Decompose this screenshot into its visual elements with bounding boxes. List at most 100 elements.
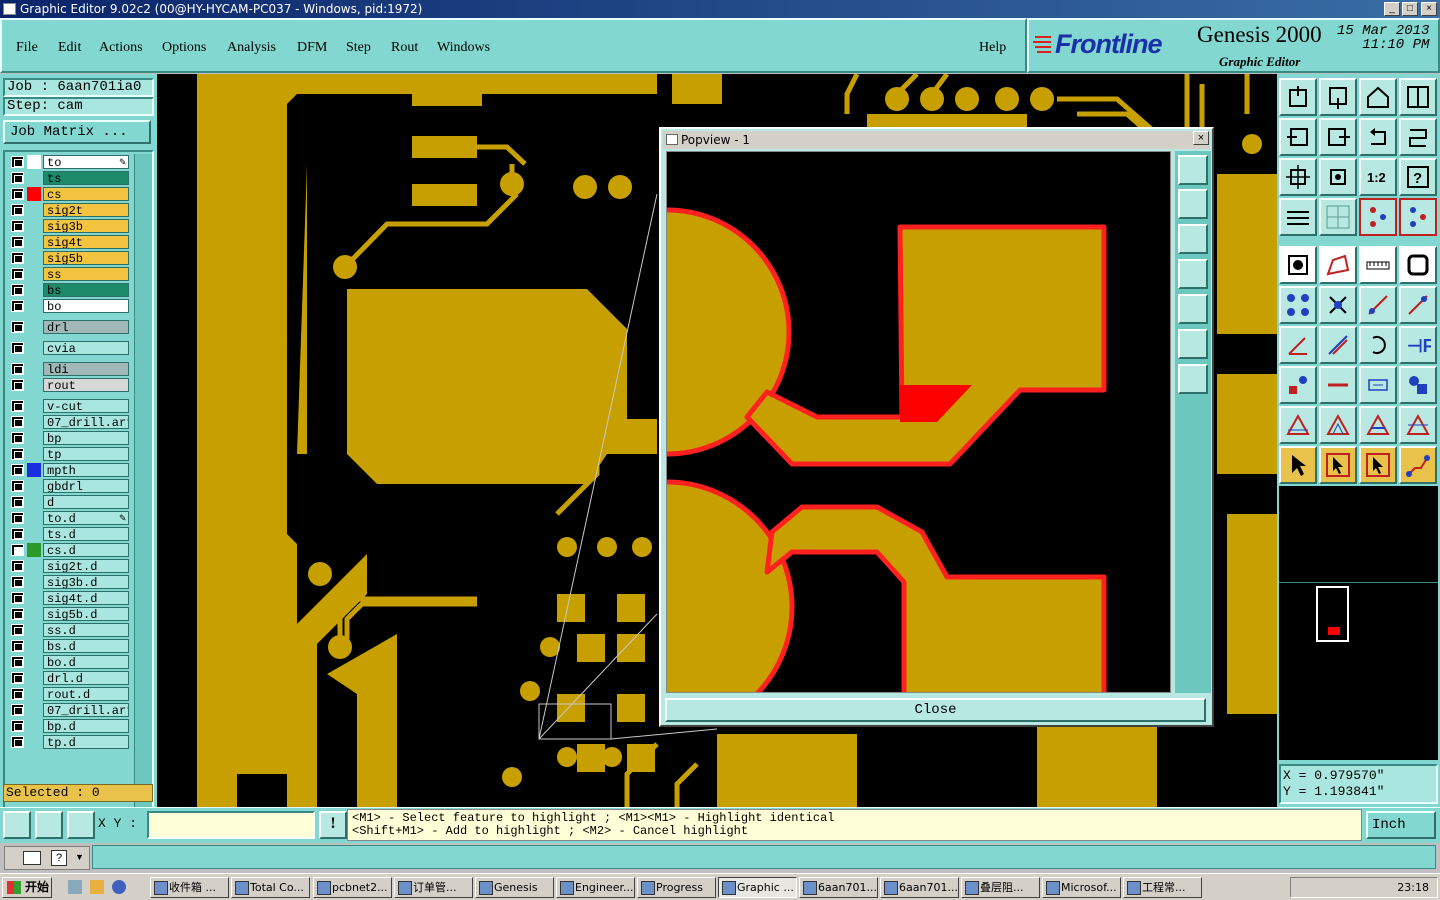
settings-icon[interactable] <box>1279 198 1317 236</box>
popview-canvas[interactable] <box>666 151 1171 693</box>
menu-rout[interactable]: Rout <box>391 40 418 56</box>
copy-icon[interactable] <box>1399 366 1437 404</box>
taskbar-item-11[interactable]: Microsof... <box>1042 877 1121 898</box>
undo-icon[interactable] <box>1359 118 1397 156</box>
arc-icon[interactable] <box>1359 326 1397 364</box>
triangle-b-icon[interactable] <box>1359 406 1397 444</box>
popview-close-icon[interactable]: × <box>1193 131 1209 145</box>
close-window-button[interactable]: × <box>1421 2 1437 16</box>
layer-checkbox[interactable] <box>11 704 24 716</box>
menu-analysis[interactable]: Analysis <box>227 40 276 56</box>
delete-icon[interactable] <box>1319 286 1357 324</box>
layer-name[interactable]: cvia <box>43 341 129 355</box>
point-icon[interactable] <box>1399 286 1437 324</box>
layer-checkbox[interactable] <box>11 672 24 684</box>
top-view-icon[interactable] <box>1279 78 1317 116</box>
popview-center-icon[interactable] <box>1178 364 1208 394</box>
layer-row-9[interactable]: bo <box>9 299 129 313</box>
layer-row-2[interactable]: cs <box>9 187 129 201</box>
measure-icon[interactable] <box>1359 246 1397 284</box>
app-icon[interactable] <box>3 3 16 15</box>
layer-row-32[interactable]: rout.d <box>9 687 129 701</box>
layer-row-7[interactable]: ss <box>9 267 129 281</box>
layer-name[interactable]: tp <box>43 447 129 461</box>
layer-row-4[interactable]: sig3b <box>9 219 129 233</box>
layer-row-20[interactable]: d <box>9 495 129 509</box>
taskbar-item-6[interactable]: Progress <box>637 877 716 898</box>
layer-row-13[interactable]: rout <box>9 378 129 392</box>
layer-checkbox[interactable] <box>11 416 24 428</box>
layer-name[interactable]: bp.d <box>43 719 129 733</box>
menu-options[interactable]: Options <box>162 40 206 56</box>
navigator-view[interactable] <box>1279 486 1438 760</box>
select-box-icon[interactable] <box>1319 446 1357 484</box>
dropdown-arrow-icon[interactable]: ▼ <box>75 852 84 862</box>
layer-row-18[interactable]: mpth <box>9 463 129 477</box>
keyboard-icon[interactable] <box>23 851 41 865</box>
layer-row-21[interactable]: to.d ✎ <box>9 511 129 525</box>
layer-name[interactable]: mpth <box>43 463 129 477</box>
triangle-icon[interactable] <box>1279 406 1317 444</box>
layer-name[interactable]: ldi <box>43 362 129 376</box>
layer-name[interactable]: gbdrl <box>43 479 129 493</box>
angle-icon[interactable] <box>1279 326 1317 364</box>
layer-name[interactable]: drl <box>43 320 129 334</box>
layer-row-28[interactable]: ss.d <box>9 623 129 637</box>
layer-name[interactable]: 07_drill.art <box>43 703 129 717</box>
layer-name[interactable]: bs.d <box>43 639 129 653</box>
popview-left-icon[interactable] <box>1178 259 1208 289</box>
text-icon[interactable]: ⊣F <box>1399 326 1437 364</box>
popview-window[interactable]: Popview - 1 × Close <box>659 127 1214 727</box>
layer-row-8[interactable]: bs <box>9 283 129 297</box>
popview-bottom-icon[interactable] <box>1178 224 1208 254</box>
xy-input[interactable] <box>147 811 315 839</box>
menu-actions[interactable]: Actions <box>99 40 143 56</box>
layer-row-34[interactable]: bp.d <box>9 719 129 733</box>
layer-checkbox[interactable] <box>11 284 24 296</box>
layer-checkbox[interactable] <box>11 363 24 375</box>
popview-close-button[interactable]: Close <box>665 698 1206 722</box>
connect-icon[interactable] <box>1279 286 1317 324</box>
layer-checkbox[interactable] <box>11 379 24 391</box>
layer-name[interactable]: cs <box>43 187 129 201</box>
popview-zoom-icon[interactable] <box>1178 155 1208 185</box>
layer-name[interactable]: rout.d <box>43 687 129 701</box>
layer-checkbox[interactable] <box>11 624 24 636</box>
layer-row-11[interactable]: cvia <box>9 341 129 355</box>
taskbar-item-12[interactable]: 工程常... <box>1123 877 1202 898</box>
layer-name[interactable]: to.d <box>43 511 129 525</box>
layer-checkbox[interactable] <box>11 172 24 184</box>
layer-name[interactable]: sig2t <box>43 203 129 217</box>
layer-row-10[interactable]: drl <box>9 320 129 334</box>
taskbar-item-0[interactable]: 收件箱 ... <box>150 877 229 898</box>
highlight-icon[interactable] <box>1279 366 1317 404</box>
layer-name[interactable]: bo <box>43 299 129 313</box>
layer-row-25[interactable]: sig3b.d <box>9 575 129 589</box>
layer-row-26[interactable]: sig4t.d <box>9 591 129 605</box>
layer-row-0[interactable]: to ✎ <box>9 155 129 169</box>
layer-row-6[interactable]: sig5b <box>9 251 129 265</box>
taskbar-item-10[interactable]: 叠层阻... <box>961 877 1040 898</box>
triangle-a-icon[interactable] <box>1319 406 1357 444</box>
command-input[interactable] <box>92 845 1436 869</box>
layer-row-29[interactable]: bs.d <box>9 639 129 653</box>
menu-step[interactable]: Step <box>346 40 371 56</box>
menu-file[interactable]: File <box>16 40 38 56</box>
layer-row-23[interactable]: cs.d <box>9 543 129 557</box>
layer-name[interactable]: cs.d <box>43 543 129 557</box>
layer-row-17[interactable]: tp <box>9 447 129 461</box>
layer-checkbox[interactable] <box>11 321 24 333</box>
select-poly-icon[interactable] <box>1359 446 1397 484</box>
minimize-button[interactable]: _ <box>1384 2 1400 16</box>
desktop-icon[interactable] <box>68 880 82 894</box>
layer-checkbox[interactable] <box>11 592 24 604</box>
layer-name[interactable]: ts.d <box>43 527 129 541</box>
layer-row-24[interactable]: sig2t.d <box>9 559 129 573</box>
help-icon[interactable]: ? <box>1399 158 1437 196</box>
center-icon[interactable] <box>1319 158 1357 196</box>
layer-checkbox[interactable] <box>11 576 24 588</box>
unit-selector[interactable]: Inch <box>1366 811 1436 839</box>
layer-name[interactable]: ss.d <box>43 623 129 637</box>
taskbar-item-1[interactable]: Total Co... <box>231 877 310 898</box>
snap-alt-icon[interactable] <box>1399 198 1437 236</box>
